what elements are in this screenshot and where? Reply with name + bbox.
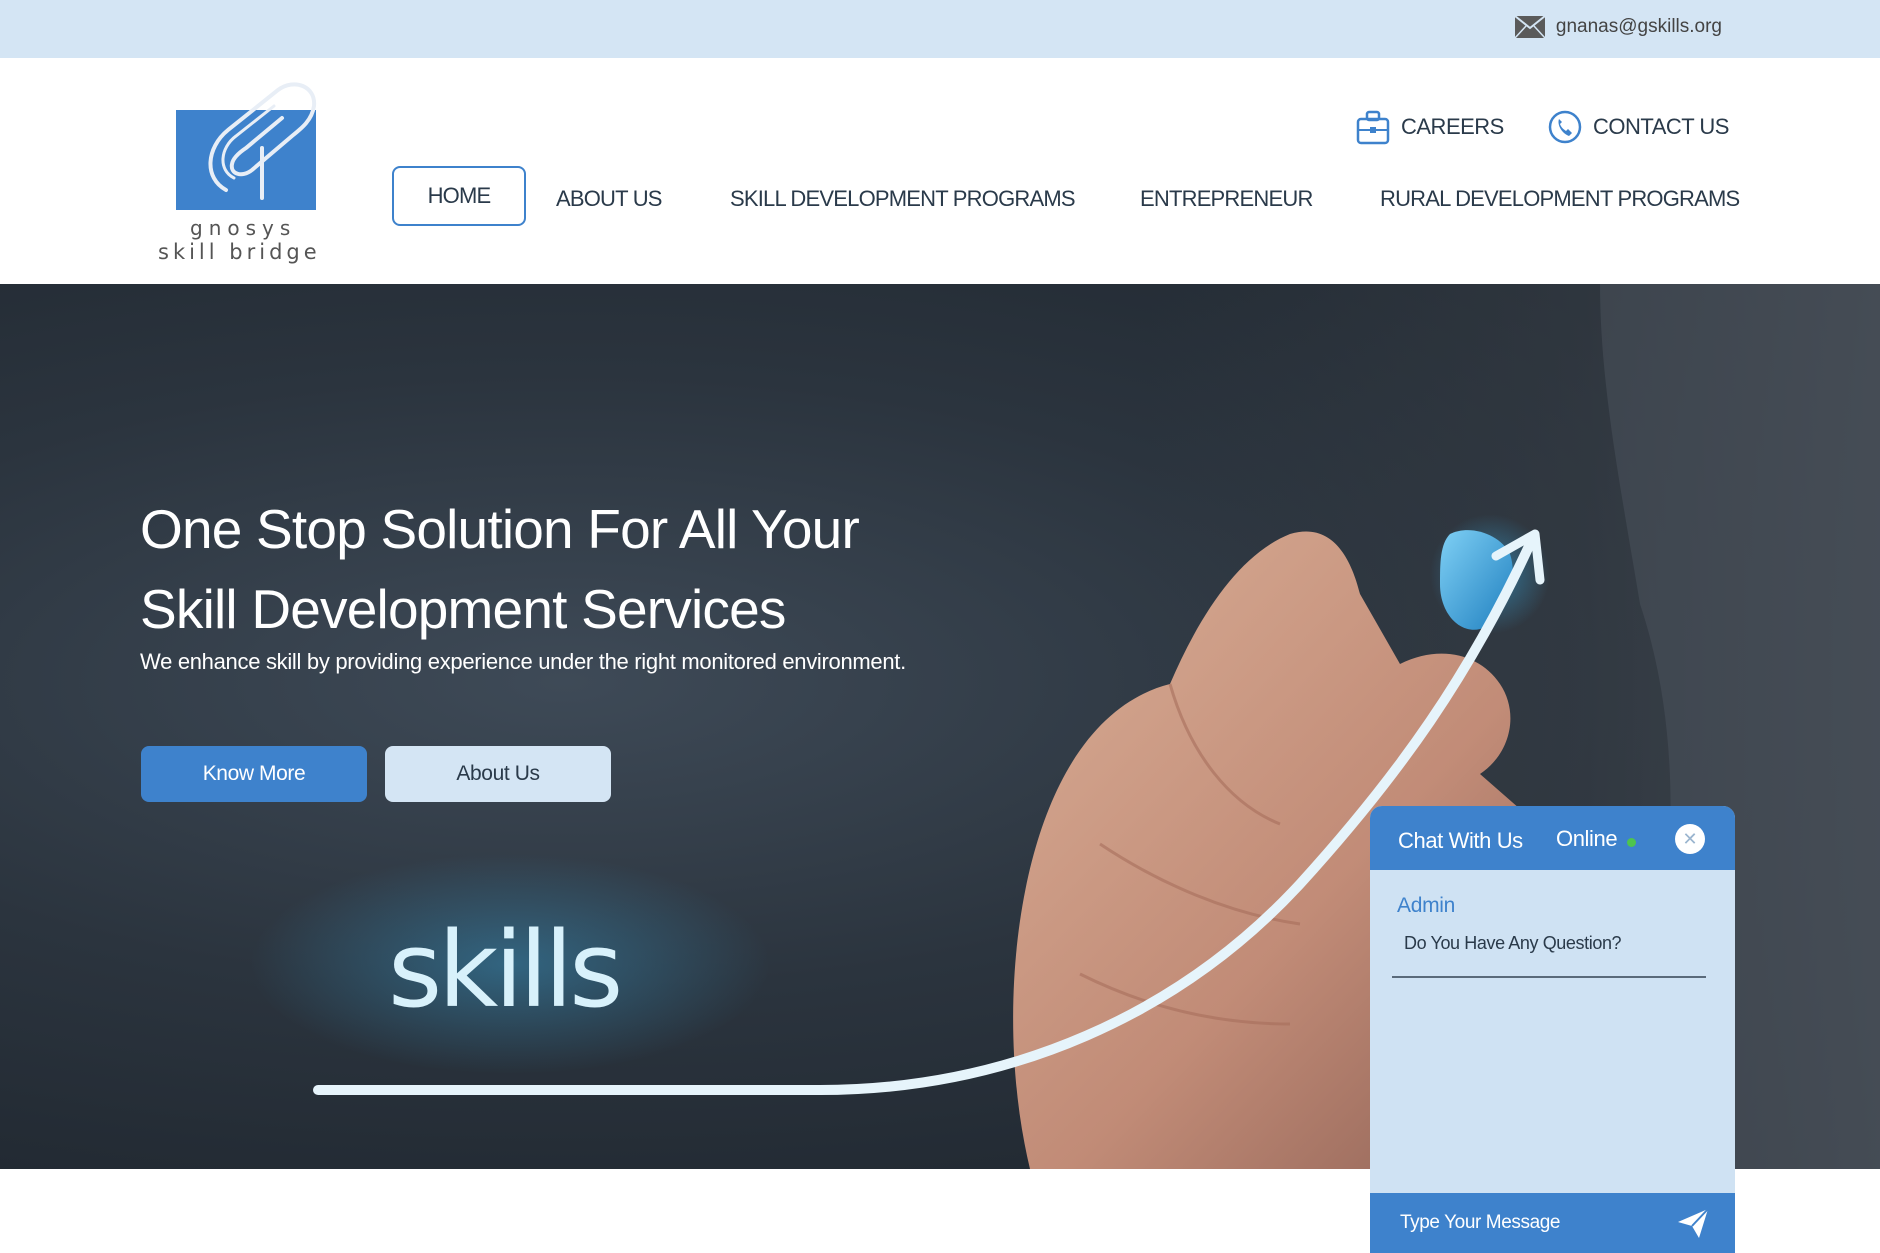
chat-message: Do You Have Any Question? (1404, 933, 1622, 953)
nav-about-us[interactable]: ABOUT US (556, 186, 662, 212)
nav-home[interactable]: HOME (392, 166, 526, 226)
logo[interactable]: gnosys skill bridge (158, 78, 338, 268)
chat-title: Chat With Us (1398, 828, 1523, 853)
skills-handwriting: skills (388, 909, 619, 1031)
hero-subtitle: We enhance skill by providing experience… (140, 649, 906, 674)
chat-close-button[interactable]: ✕ (1675, 824, 1705, 854)
briefcase-icon (1356, 110, 1390, 145)
nav-skill-development-programs[interactable]: SKILL DEVELOPMENT PROGRAMS (730, 186, 1076, 212)
phone-icon (1548, 110, 1582, 144)
hero-title: One Stop Solution For All Your Skill Deve… (140, 498, 860, 640)
paperclip-logo-icon (208, 82, 317, 200)
close-icon: ✕ (1682, 828, 1698, 849)
careers-link[interactable]: CAREERS (1355, 108, 1504, 146)
chat-sender: Admin (1397, 894, 1456, 917)
chat-input-placeholder: Type Your Message (1400, 1212, 1561, 1233)
nav-rural-development-programs[interactable]: RURAL DEVELOPMENT PROGRAMS (1380, 186, 1740, 212)
careers-label: CAREERS (1401, 114, 1504, 139)
chat-widget: Chat With Us Online ✕ Admin Do You Have … (1370, 806, 1735, 1253)
chat-message-input[interactable]: Type Your Message (1370, 1193, 1735, 1253)
nav-home-label: HOME (427, 183, 492, 208)
email-link[interactable]: gnanas@gskills.org (1514, 14, 1722, 40)
about-us-button[interactable]: About Us (385, 746, 611, 802)
online-indicator-icon (1627, 838, 1636, 847)
email-text: gnanas@gskills.org (1555, 16, 1722, 37)
chat-header: Chat With Us Online ✕ (1370, 806, 1735, 870)
mail-icon (1514, 15, 1546, 39)
chat-status: Online (1556, 826, 1618, 851)
send-icon[interactable] (1675, 1205, 1711, 1241)
top-bar: gnanas@gskills.org (0, 0, 1880, 58)
logo-line-1: gnosys (190, 216, 297, 240)
contact-link[interactable]: CONTACT US (1547, 108, 1729, 146)
site-header: gnosys skill bridge CAREERS CONTACT US H… (0, 58, 1880, 284)
chat-divider (1392, 976, 1706, 978)
know-more-button[interactable]: Know More (141, 746, 367, 802)
contact-label: CONTACT US (1593, 114, 1729, 139)
logo-line-2: skill bridge (158, 240, 321, 264)
nav-entrepreneur[interactable]: ENTREPRENEUR (1140, 186, 1313, 212)
